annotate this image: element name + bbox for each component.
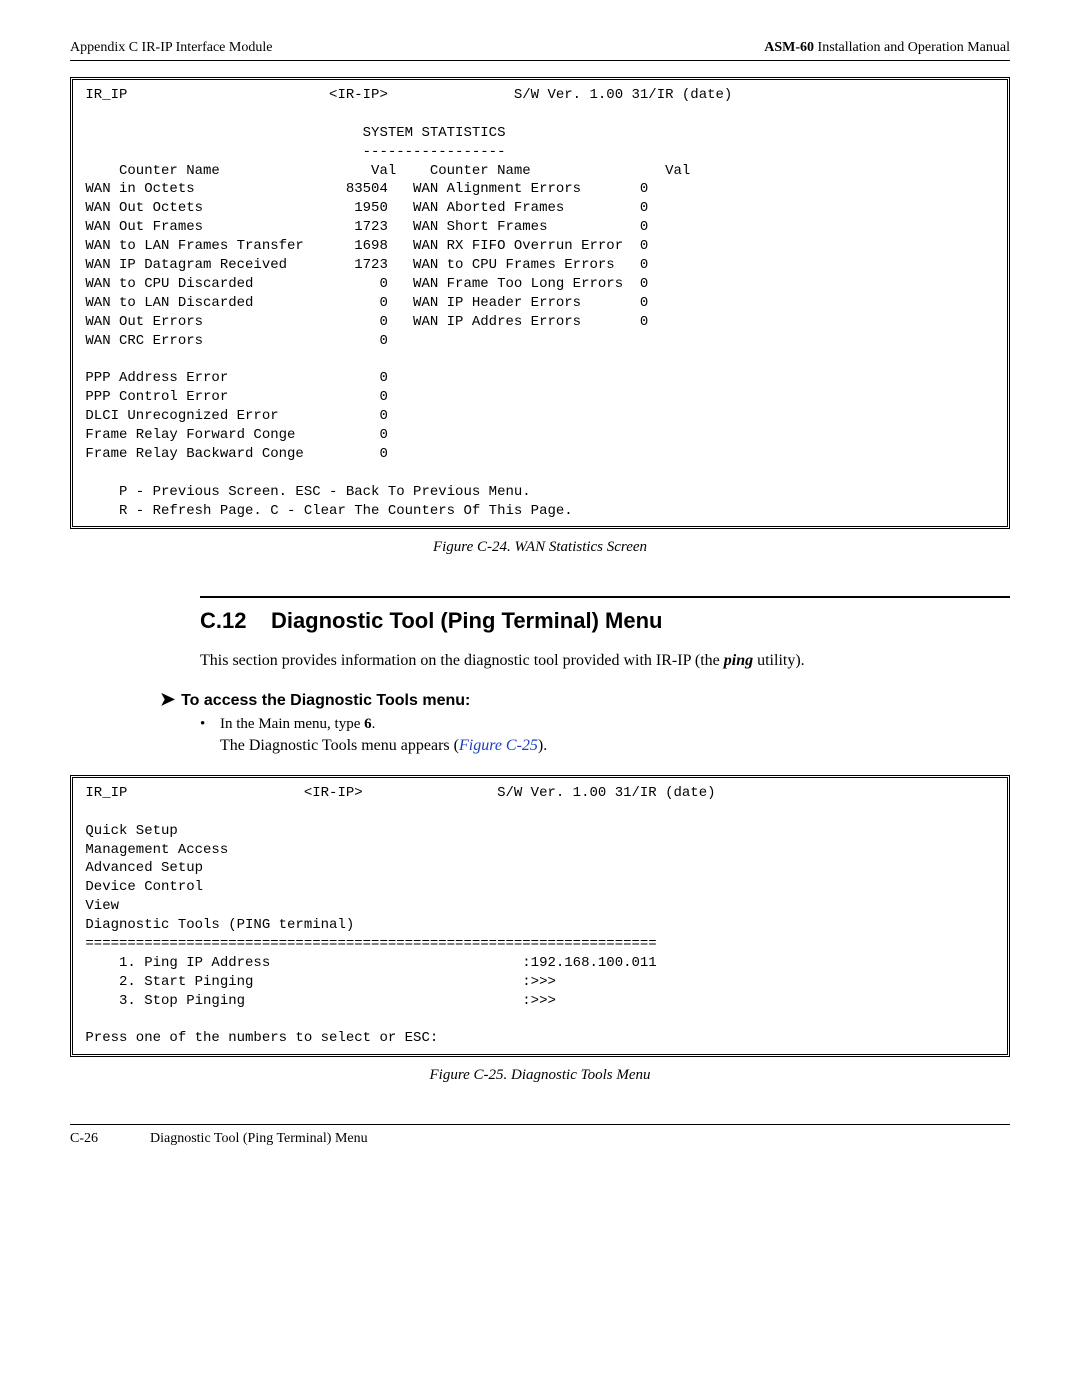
header-right: ASM-60 Installation and Operation Manual <box>764 40 1010 56</box>
list-item: • In the Main menu, type 6. <box>200 716 1010 733</box>
footer-title: Diagnostic Tool (Ping Terminal) Menu <box>150 1131 368 1147</box>
wan-stats-terminal: IR_IP <IR-IP> S/W Ver. 1.00 31/IR (date)… <box>70 77 1010 529</box>
figure-c25-caption: Figure C-25. Diagnostic Tools Menu <box>70 1067 1010 1084</box>
page-header: Appendix C IR-IP Interface Module ASM-60… <box>70 40 1010 61</box>
figure-c24-caption: Figure C-24. WAN Statistics Screen <box>70 539 1010 556</box>
section-heading: C.12 Diagnostic Tool (Ping Terminal) Men… <box>200 608 1010 634</box>
page-number: C-26 <box>70 1131 150 1147</box>
header-left: Appendix C IR-IP Interface Module <box>70 40 272 56</box>
figure-ref-link[interactable]: Figure C-25 <box>459 737 538 754</box>
section-paragraph: This section provides information on the… <box>200 650 1010 672</box>
procedure-heading: ➤To access the Diagnostic Tools menu: <box>160 689 1010 710</box>
footer-rule <box>70 1124 1010 1131</box>
page-footer: C-26 Diagnostic Tool (Ping Terminal) Men… <box>70 1131 1010 1147</box>
diagnostic-tools-terminal: IR_IP <IR-IP> S/W Ver. 1.00 31/IR (date)… <box>70 775 1010 1057</box>
section-rule <box>200 596 1010 598</box>
procedure-result: The Diagnostic Tools menu appears (Figur… <box>220 737 1010 755</box>
arrow-icon: ➤ <box>160 689 175 709</box>
bullet-icon: • <box>200 716 220 733</box>
